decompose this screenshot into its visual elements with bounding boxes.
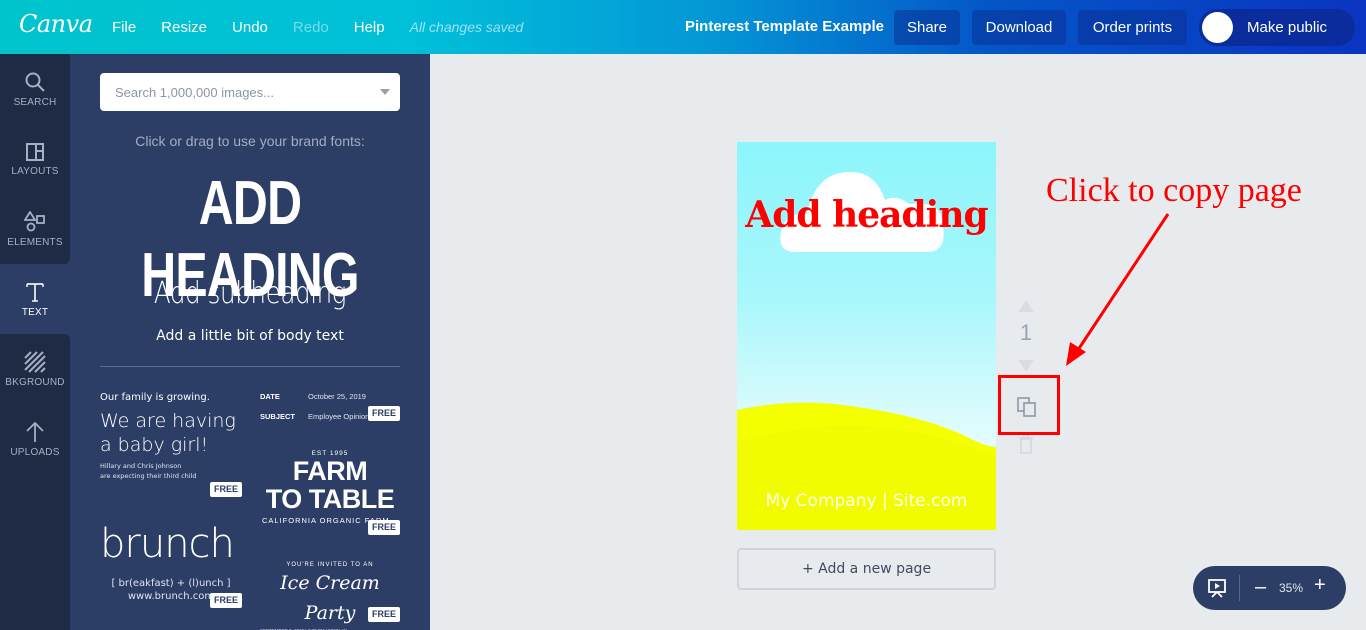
menu-resize[interactable]: Resize	[161, 19, 207, 36]
page-footer-text[interactable]: My Company | Site.com	[737, 491, 996, 511]
document-title[interactable]: Pinterest Template Example	[685, 18, 884, 35]
free-badge: FREE	[368, 607, 401, 622]
rail-label: UPLOADS	[10, 446, 60, 458]
rail-label: BKGROUND	[5, 376, 65, 388]
rail-label: ELEMENTS	[7, 236, 63, 248]
background-icon	[24, 350, 46, 373]
menu-redo[interactable]: Redo	[293, 19, 329, 36]
search-input[interactable]	[100, 73, 360, 111]
image-search[interactable]	[100, 73, 400, 111]
rail-item-background[interactable]: BKGROUND	[0, 334, 70, 404]
template-text: DATE	[260, 392, 280, 401]
menu-help[interactable]: Help	[354, 19, 385, 36]
template-text: SUBJECT	[260, 412, 296, 421]
move-page-up-icon[interactable]	[1018, 300, 1034, 312]
annotation-arrow-icon	[1066, 213, 1170, 366]
template-text: Hillary and Chris Johnson	[100, 462, 182, 470]
rail-item-search[interactable]: SEARCH	[0, 54, 70, 124]
zoom-controls: – 35% +	[1193, 566, 1346, 610]
free-badge: FREE	[210, 593, 243, 608]
canva-logo[interactable]: Canva	[19, 10, 93, 38]
free-badge: FREE	[210, 482, 243, 497]
template-text: Employee Opinion	[308, 412, 370, 421]
text-panel: Click or drag to use your brand fonts: A…	[70, 54, 430, 630]
order-prints-button[interactable]: Order prints	[1078, 10, 1187, 45]
brand-fonts-hint: Click or drag to use your brand fonts:	[135, 133, 365, 149]
free-badge: FREE	[368, 520, 401, 535]
top-bar: Canva File Resize Undo Redo Help All cha…	[0, 0, 1366, 54]
divider	[100, 366, 400, 367]
free-badge: FREE	[368, 406, 401, 421]
search-icon	[25, 72, 45, 92]
text-template-icecream[interactable]: YOU'RE INVITED TO AN Ice Cream Party SEP…	[260, 562, 401, 630]
move-page-down-icon[interactable]	[1018, 360, 1034, 372]
template-text: TO TABLE	[265, 484, 395, 514]
design-page[interactable]: Add heading My Company | Site.com	[737, 142, 996, 530]
save-status: All changes saved	[409, 19, 524, 35]
add-new-page-button[interactable]: + Add a new page	[737, 548, 996, 590]
menu-undo[interactable]: Undo	[232, 19, 268, 36]
annotation-text: Click to copy page	[1046, 172, 1302, 209]
text-template-brunch[interactable]: brunch [ br(eakfast) + (l)unch ] www.bru…	[100, 520, 243, 630]
rail-item-layouts[interactable]: LAYOUTS	[0, 124, 70, 194]
text-template-memo[interactable]: DATE October 25, 2019 SUBJECT Employee Opi…	[260, 392, 401, 442]
template-text: are expecting their third child	[100, 472, 197, 480]
rail-label: LAYOUTS	[11, 165, 59, 177]
template-text: FARM	[292, 456, 368, 486]
template-text: brunch	[100, 521, 235, 567]
menu-file[interactable]: File	[112, 19, 136, 36]
template-text: a baby girl!	[100, 434, 209, 456]
page-heading-text[interactable]: Add heading	[737, 194, 996, 236]
add-body-text-option[interactable]: Add a little bit of body text	[70, 328, 430, 344]
trash-icon[interactable]	[1018, 434, 1034, 454]
chevron-down-icon[interactable]	[380, 89, 390, 95]
rail-item-text[interactable]: TEXT	[0, 264, 70, 334]
zoom-level[interactable]: 35%	[1279, 581, 1303, 595]
text-icon	[26, 282, 44, 302]
upload-icon	[26, 421, 44, 442]
copy-page-icon[interactable]	[1016, 396, 1038, 418]
text-template-baby[interactable]: Our family is growing. We are having a b…	[100, 392, 243, 498]
template-text: October 25, 2019	[308, 392, 366, 401]
make-public-label: Make public	[1247, 19, 1328, 36]
rail-item-elements[interactable]: ELEMENTS	[0, 194, 70, 264]
layouts-icon	[26, 142, 44, 161]
rail-label: TEXT	[21, 306, 49, 318]
toggle-knob	[1202, 12, 1233, 43]
left-rail: SEARCH LAYOUTS ELEMENTS TEXT BKGROUND UP…	[0, 54, 70, 630]
present-icon[interactable]	[1207, 578, 1227, 598]
page-number: 1	[1019, 320, 1033, 345]
download-button[interactable]: Download	[972, 10, 1066, 45]
add-subheading-option[interactable]: Add subheading	[102, 276, 397, 311]
main-menu: File Resize Undo Redo Help All changes s…	[112, 0, 548, 54]
template-text: [ br(eakfast) + (l)unch ]	[111, 578, 231, 589]
share-button[interactable]: Share	[894, 10, 960, 45]
divider	[1239, 575, 1240, 601]
text-template-farm[interactable]: EST 1995 FARM TO TABLE CALIFORNIA ORGANI…	[260, 450, 401, 550]
zoom-in-button[interactable]: +	[1314, 574, 1326, 597]
zoom-out-button[interactable]: –	[1255, 576, 1266, 599]
make-public-toggle[interactable]: Make public	[1199, 9, 1355, 46]
elements-icon	[24, 210, 45, 231]
template-text: Our family is growing.	[100, 392, 210, 403]
rail-label: SEARCH	[13, 96, 57, 108]
rail-item-uploads[interactable]: UPLOADS	[0, 404, 70, 474]
template-text: We are having	[100, 410, 236, 432]
